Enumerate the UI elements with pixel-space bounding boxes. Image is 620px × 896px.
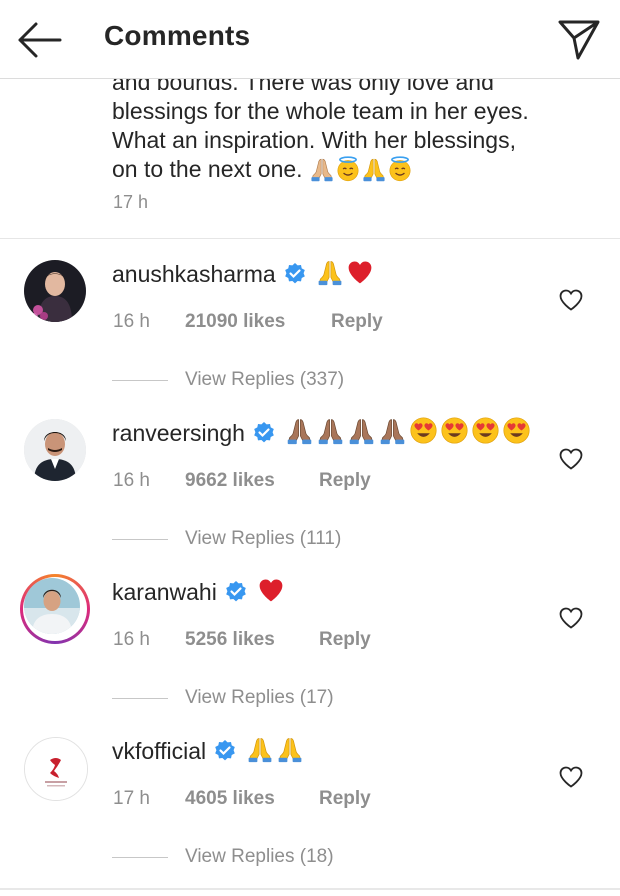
verified-badge-icon xyxy=(252,421,276,445)
divider xyxy=(112,856,168,858)
comment-meta: 16 h 9662 likes Reply xyxy=(113,467,371,495)
divider xyxy=(0,888,620,890)
comment-username[interactable]: ranveersingh xyxy=(112,420,245,447)
avatar[interactable] xyxy=(24,260,86,322)
caption-line: What an inspiration. With her blessings, xyxy=(112,127,516,153)
folded-hands-icon xyxy=(309,156,335,189)
heart-outline-icon xyxy=(558,448,584,475)
folded-hands-icon xyxy=(246,735,274,768)
avatar[interactable] xyxy=(24,737,88,801)
heart-eyes-icon xyxy=(471,416,500,450)
top-bar: Comments xyxy=(0,0,620,79)
smiling-halo-icon xyxy=(387,156,413,189)
post-caption: and bounds. There was only love and bles… xyxy=(0,60,620,238)
comment-row: vkfofficial 17 h 4605 likes Reply View R… xyxy=(0,723,620,881)
folded-hands-icon xyxy=(316,258,344,291)
comment-timestamp: 16 h xyxy=(113,629,150,650)
comment-timestamp: 16 h xyxy=(113,470,150,491)
view-replies-button[interactable]: View Replies (111) xyxy=(112,526,341,552)
heart-eyes-icon xyxy=(409,416,438,450)
verified-badge-icon xyxy=(283,262,307,286)
comment-timestamp: 16 h xyxy=(113,311,150,332)
comment-meta: 16 h 21090 likes Reply xyxy=(113,308,383,336)
folded-hands-icon xyxy=(276,735,304,768)
view-replies-button[interactable]: View Replies (17) xyxy=(112,685,334,711)
comment-emojis xyxy=(246,735,304,768)
divider xyxy=(112,379,168,381)
caption-timestamp: 17 h xyxy=(113,192,149,212)
heart-outline-icon xyxy=(558,289,584,316)
smiling-halo-icon xyxy=(335,156,361,189)
folded-hands-icon xyxy=(285,416,314,450)
like-button[interactable] xyxy=(558,288,584,312)
comment-row: ranveersingh 16 h 9662 likes Reply View … xyxy=(0,405,620,563)
paper-plane-icon xyxy=(556,20,602,66)
folded-hands-icon xyxy=(316,416,345,450)
reply-button[interactable]: Reply xyxy=(319,629,371,651)
comment-row: karanwahi 16 h 5256 likes Reply View Rep… xyxy=(0,564,620,722)
likes-count[interactable]: 4605 likes xyxy=(185,788,319,810)
caption-line: blessings for the whole team in her eyes… xyxy=(112,98,529,124)
comment-timestamp: 17 h xyxy=(113,788,150,809)
comment-meta: 17 h 4605 likes Reply xyxy=(113,785,371,813)
red-heart-icon xyxy=(346,258,374,291)
avatar xyxy=(24,578,80,634)
like-button[interactable] xyxy=(558,447,584,471)
divider xyxy=(112,697,168,699)
share-button[interactable] xyxy=(556,16,602,62)
heart-eyes-icon xyxy=(440,416,469,450)
view-replies-button[interactable]: View Replies (337) xyxy=(112,367,344,393)
comment-row: anushkasharma 16 h 21090 likes Reply Vie… xyxy=(0,246,620,404)
like-button[interactable] xyxy=(558,606,584,630)
divider xyxy=(0,238,620,239)
likes-count[interactable]: 5256 likes xyxy=(185,629,319,651)
red-heart-icon xyxy=(257,576,285,609)
likes-count[interactable]: 21090 likes xyxy=(185,311,331,333)
folded-hands-icon xyxy=(378,416,407,450)
folded-hands-icon xyxy=(361,156,387,189)
view-replies-button[interactable]: View Replies (18) xyxy=(112,844,334,870)
reply-button[interactable]: Reply xyxy=(319,470,371,492)
caption-text: and bounds. There was only love and bles… xyxy=(112,68,592,189)
caption-line-last: on to the next one. xyxy=(112,155,592,189)
heart-outline-icon xyxy=(558,766,584,793)
comment-meta: 16 h 5256 likes Reply xyxy=(113,626,371,654)
page-title: Comments xyxy=(104,20,251,51)
avatar[interactable] xyxy=(24,419,86,481)
arrow-left-icon xyxy=(14,22,66,66)
heart-outline-icon xyxy=(558,607,584,634)
verified-badge-icon xyxy=(213,739,237,763)
comment-username[interactable]: karanwahi xyxy=(112,579,217,606)
comment-username[interactable]: vkfofficial xyxy=(112,738,206,765)
comment-username[interactable]: anushkasharma xyxy=(112,261,276,288)
comment-emojis xyxy=(285,416,531,450)
folded-hands-icon xyxy=(347,416,376,450)
comment-emojis xyxy=(257,576,285,609)
heart-eyes-icon xyxy=(502,416,531,450)
reply-button[interactable]: Reply xyxy=(319,788,371,810)
avatar-story-ring[interactable] xyxy=(20,574,90,644)
back-button[interactable] xyxy=(14,18,66,62)
likes-count[interactable]: 9662 likes xyxy=(185,470,319,492)
comment-emojis xyxy=(316,258,374,291)
verified-badge-icon xyxy=(224,580,248,604)
divider xyxy=(112,538,168,540)
like-button[interactable] xyxy=(558,765,584,789)
reply-button[interactable]: Reply xyxy=(331,311,383,333)
